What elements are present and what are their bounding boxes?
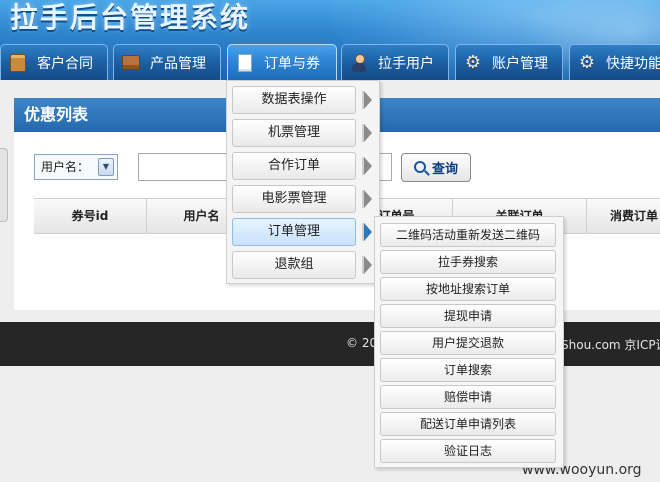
nav-tab-label: 客户合同 (37, 55, 93, 72)
submenu-item-qrcode-resend[interactable]: 二维码活动重新发送二维码 (380, 223, 556, 247)
nav-tab-lashou-users[interactable]: 拉手用户 (341, 44, 449, 80)
nav-tab-customer-contract[interactable]: 客户合同 (0, 44, 108, 80)
main-nav: 客户合同 产品管理 订单与券 拉手用户 ⚙ 账户管理 ⚙ 快捷功能 (0, 44, 660, 80)
nav-tab-label: 账户管理 (492, 55, 548, 72)
menu-item-order-management[interactable]: 订单管理 (232, 218, 356, 246)
submenu-item-withdrawal-request[interactable]: 提现申请 (380, 304, 556, 328)
nav-tab-quick-functions[interactable]: ⚙ 快捷功能 (569, 44, 660, 80)
submenu-item-compensation-request[interactable]: 赔偿申请 (380, 385, 556, 409)
nav-tab-account-management[interactable]: ⚙ 账户管理 (455, 44, 563, 80)
document-icon (234, 53, 256, 73)
submenu-item-user-refund[interactable]: 用户提交退款 (380, 331, 556, 355)
submenu-item-coupon-search[interactable]: 拉手券搜索 (380, 250, 556, 274)
gear-icon: ⚙ (578, 52, 596, 73)
menu-item-partner-orders[interactable]: 合作订单 (232, 152, 356, 180)
submenu-item-delivery-order-list[interactable]: 配送订单申请列表 (380, 412, 556, 436)
search-icon (413, 160, 426, 173)
submenu-item-verification-log[interactable]: 验证日志 (380, 439, 556, 463)
site-title: 拉手后台管理系统 (10, 1, 251, 34)
submenu-item-address-order-search[interactable]: 按地址搜索订单 (380, 277, 556, 301)
column-header: 券号id (71, 209, 109, 223)
sidebar-collapse-handle[interactable] (0, 148, 8, 222)
submenu-arrow-icon (362, 91, 372, 109)
submenu-arrow-icon (362, 190, 372, 208)
menu-item-flight-ticket[interactable]: 机票管理 (232, 119, 356, 147)
nav-tab-label: 产品管理 (150, 55, 206, 72)
orders-dropdown-menu: 数据表操作 机票管理 合作订单 电影票管理 订单管理 退款组 (226, 80, 380, 284)
submenu-arrow-icon (362, 223, 372, 241)
submenu-arrow-icon (362, 256, 372, 274)
chevron-down-icon[interactable]: ▼ (98, 158, 114, 176)
nav-tab-label: 拉手用户 (378, 55, 434, 72)
nav-tab-product-management[interactable]: 产品管理 (113, 44, 221, 80)
submenu-arrow-icon (362, 124, 372, 142)
user-icon (348, 53, 370, 73)
field-select-label: 用户名： (41, 160, 90, 174)
gear-icon: ⚙ (464, 52, 482, 73)
submenu-item-order-search[interactable]: 订单搜索 (380, 358, 556, 382)
product-box-icon (120, 53, 142, 73)
nav-tab-label: 快捷功能 (606, 55, 660, 72)
menu-item-data-table-ops[interactable]: 数据表操作 (232, 86, 356, 114)
contract-icon (7, 53, 29, 73)
order-management-submenu: 二维码活动重新发送二维码 拉手券搜索 按地址搜索订单 提现申请 用户提交退款 订… (374, 216, 564, 468)
nav-tab-orders-coupons[interactable]: 订单与券 (227, 44, 337, 80)
nav-tab-label: 订单与券 (264, 55, 320, 72)
menu-item-movie-tickets[interactable]: 电影票管理 (232, 185, 356, 213)
submenu-arrow-icon (362, 157, 372, 175)
menu-item-refund-group[interactable]: 退款组 (232, 251, 356, 279)
footer-icp: Shou.com 京ICP证 (561, 338, 660, 352)
footer-copyright: © 20 (346, 336, 378, 350)
field-select[interactable]: 用户名： ▼ (34, 154, 118, 180)
query-button[interactable]: 查询 (401, 153, 471, 182)
column-header: 消费订单 (586, 199, 660, 233)
query-button-label: 查询 (431, 162, 458, 177)
